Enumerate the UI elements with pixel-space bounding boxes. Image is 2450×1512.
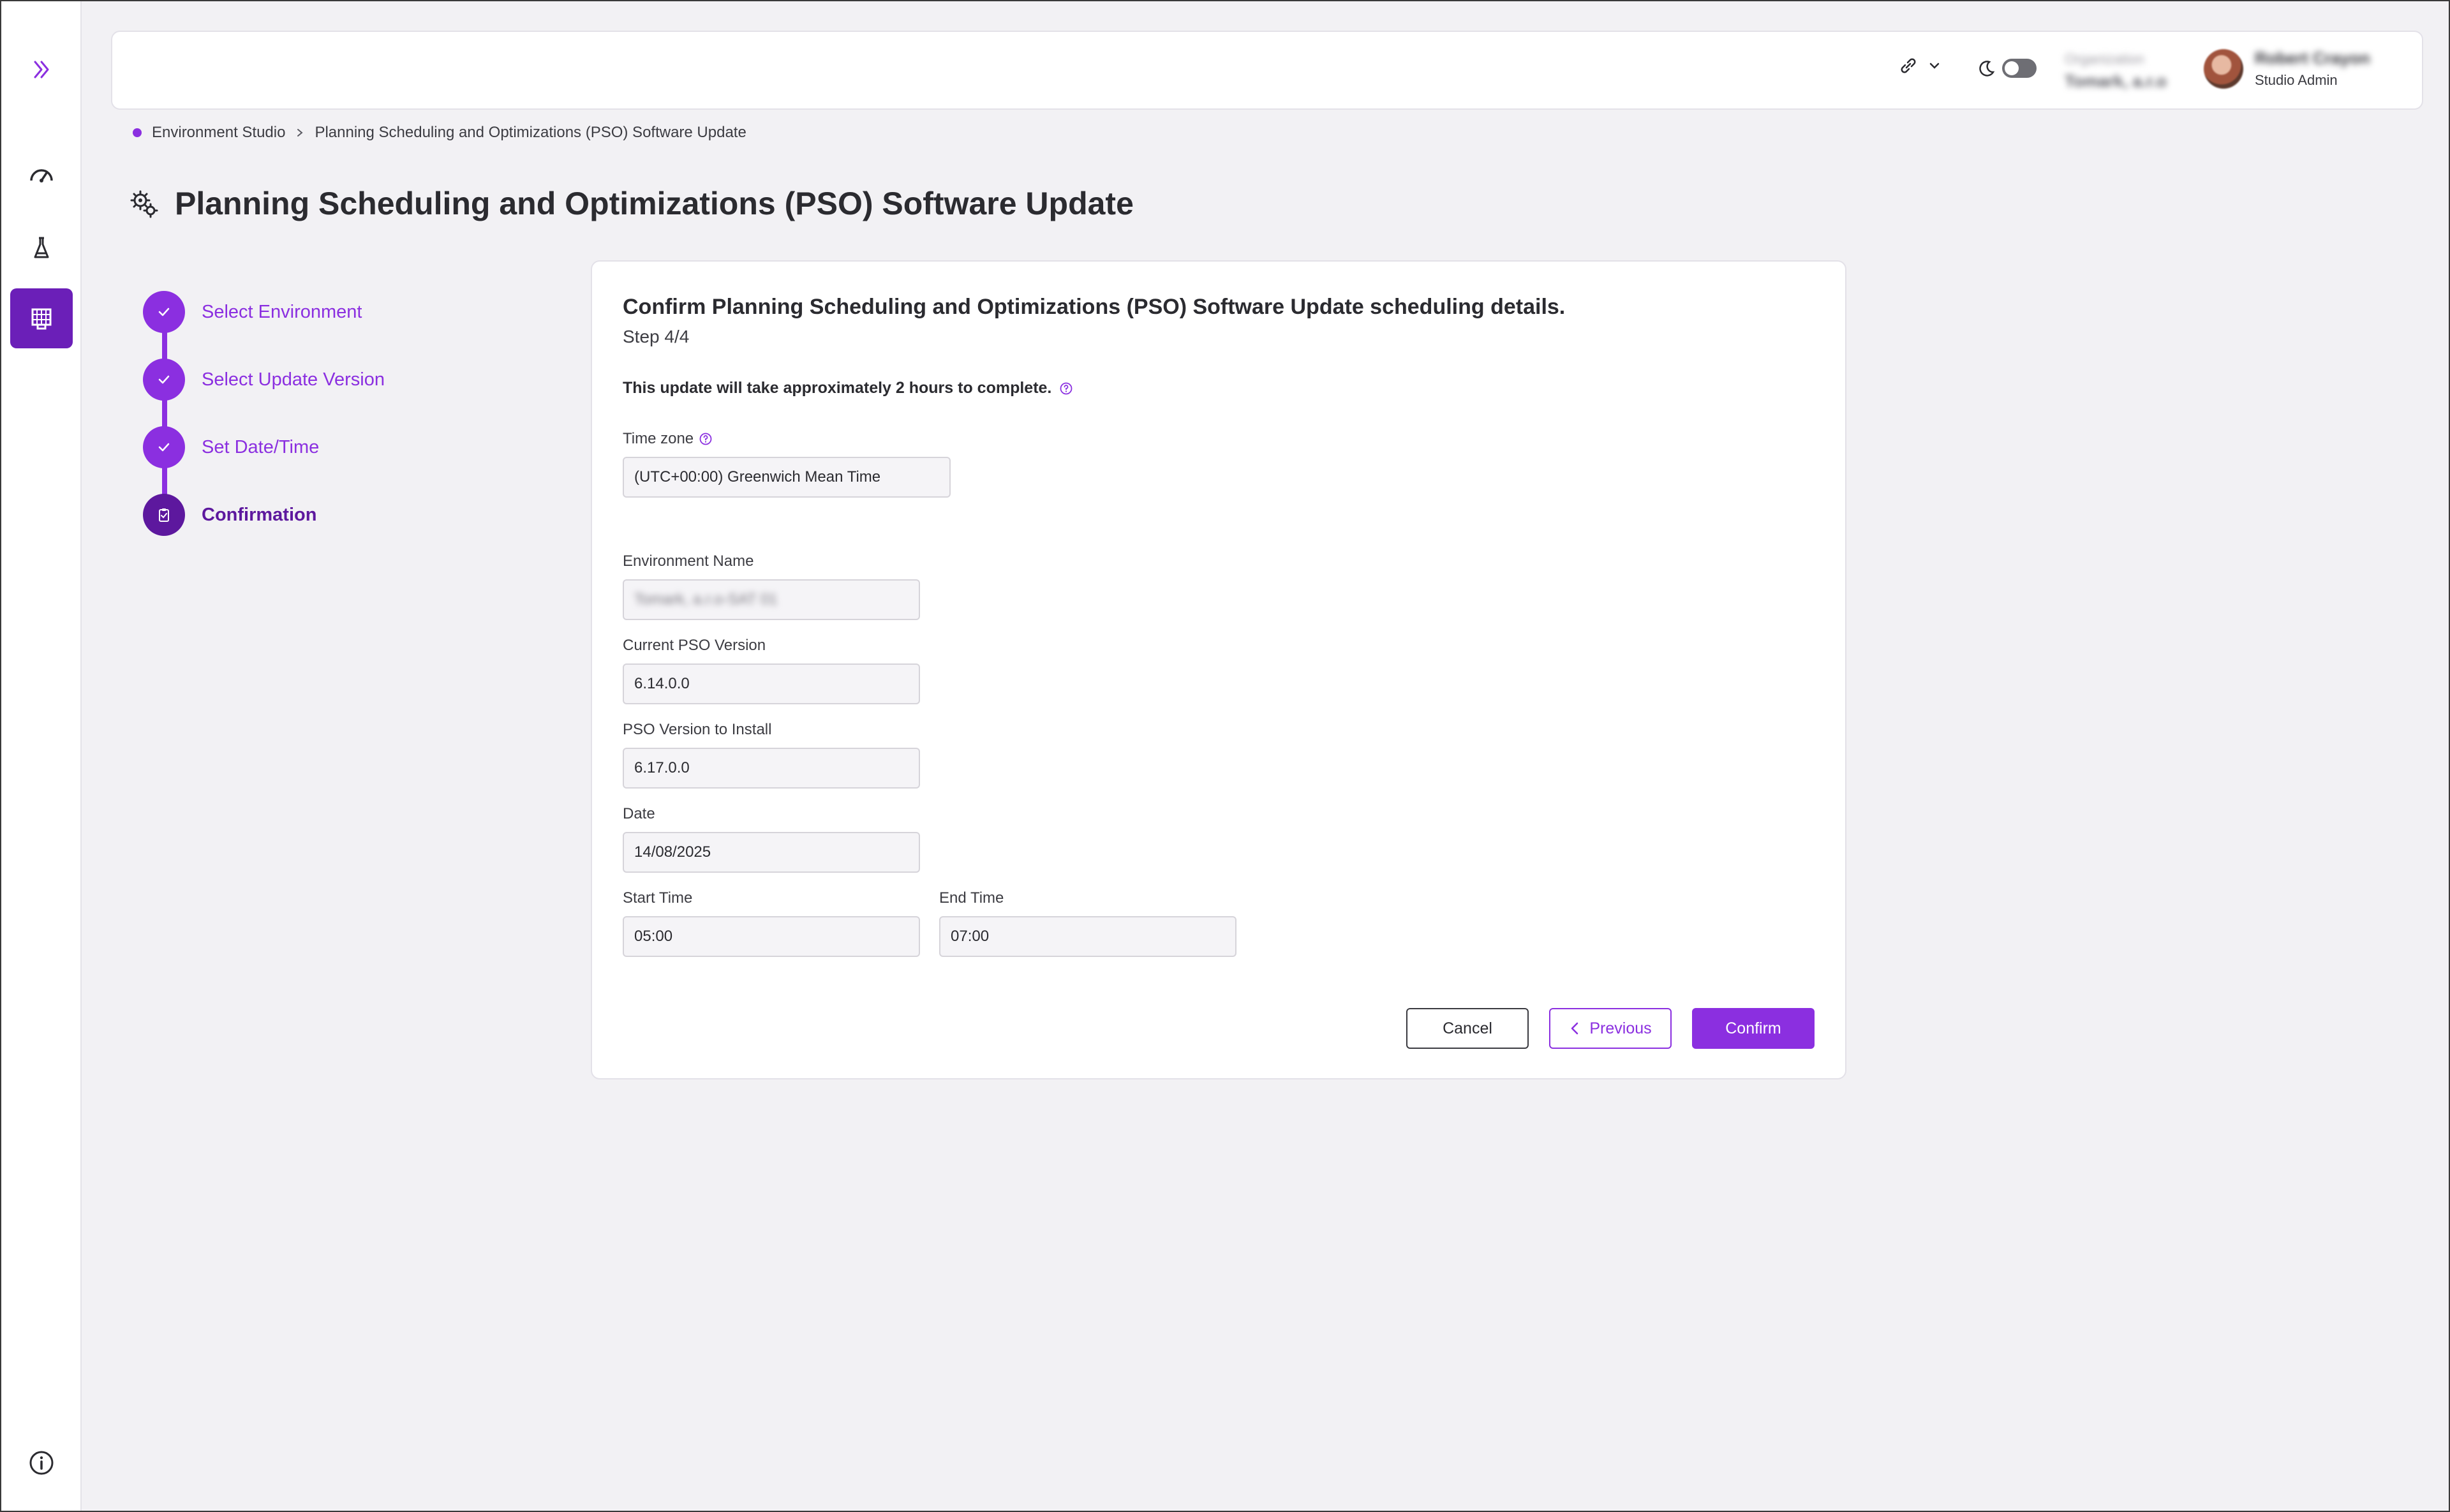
timezone-field: (UTC+00:00) Greenwich Mean Time xyxy=(623,457,951,498)
step-complete-circle xyxy=(143,359,185,401)
user-role: Studio Admin xyxy=(2255,72,2338,88)
check-icon xyxy=(158,308,170,316)
current-version-label: Current PSO Version xyxy=(623,637,766,654)
environment-name-field: Tomark, a.r.o-SAT 01 xyxy=(623,579,920,620)
check-icon xyxy=(158,443,170,452)
step-complete-circle xyxy=(143,426,185,468)
page-header: Planning Scheduling and Optimizations (P… xyxy=(128,185,1134,222)
breadcrumb-item-environment-studio[interactable]: Environment Studio xyxy=(152,124,285,142)
environment-name-value: Tomark, a.r.o-SAT 01 xyxy=(634,591,778,608)
organization-selector[interactable]: Organization Tomark, a.r.o xyxy=(2065,51,2167,91)
previous-button[interactable]: Previous xyxy=(1549,1008,1672,1049)
step-indicator: Step 4/4 xyxy=(623,327,690,346)
step-label: Select Update Version xyxy=(202,369,385,390)
breadcrumb-dot-icon xyxy=(133,128,142,137)
nav-dashboard-button[interactable] xyxy=(10,145,73,205)
current-version-field: 6.14.0.0 xyxy=(623,663,920,704)
double-chevron-right-icon xyxy=(34,61,49,78)
chevron-left-icon xyxy=(1571,1022,1578,1035)
end-time-field: 07:00 xyxy=(939,916,1236,957)
step-label: Confirmation xyxy=(202,504,317,525)
start-time-label: Start Time xyxy=(623,889,693,907)
cancel-button-label: Cancel xyxy=(1443,1019,1492,1037)
gears-icon xyxy=(130,190,158,218)
links-dropdown[interactable] xyxy=(1899,56,1941,75)
top-header: Organization Tomark, a.r.o Robert Crayon… xyxy=(111,31,2423,110)
page-title: Planning Scheduling and Optimizations (P… xyxy=(175,186,1134,221)
install-version-field: 6.17.0.0 xyxy=(623,748,920,789)
nav-deployments-button[interactable] xyxy=(10,218,73,278)
clipboard-check-icon xyxy=(159,508,169,522)
avatar xyxy=(2204,48,2243,89)
timezone-label-text: Time zone xyxy=(623,430,694,447)
step-select-environment[interactable]: Select Environment xyxy=(143,291,362,333)
end-time-label: End Time xyxy=(939,889,1004,907)
confirm-button-label: Confirm xyxy=(1725,1019,1781,1037)
start-time-field: 05:00 xyxy=(623,916,920,957)
moon-icon xyxy=(1979,61,1995,77)
stepper-line xyxy=(162,310,167,514)
step-label: Set Date/Time xyxy=(202,436,320,457)
link-icon xyxy=(1901,58,1916,73)
grid-building-icon xyxy=(31,308,52,330)
organization-label: Organization xyxy=(2065,51,2144,67)
breadcrumb: Environment Studio Planning Scheduling a… xyxy=(133,124,746,142)
step-confirmation: Confirmation xyxy=(143,494,316,536)
user-name: Robert Crayon xyxy=(2255,48,2370,68)
theme-toggle[interactable] xyxy=(1978,59,2037,78)
card-title: Confirm Planning Scheduling and Optimiza… xyxy=(623,295,1566,319)
step-select-update-version[interactable]: Select Update Version xyxy=(143,359,385,401)
duration-text: This update will take approximately 2 ho… xyxy=(623,379,1052,397)
nav-environment-studio-button[interactable] xyxy=(10,288,73,348)
step-set-date-time[interactable]: Set Date/Time xyxy=(143,426,319,468)
previous-button-label: Previous xyxy=(1589,1019,1652,1037)
confirm-button[interactable]: Confirm xyxy=(1692,1008,1815,1049)
info-button[interactable] xyxy=(10,1433,73,1493)
timezone-label: Time zone xyxy=(623,430,713,448)
date-field: 14/08/2025 xyxy=(623,832,920,873)
install-version-label: PSO Version to Install xyxy=(623,721,772,738)
expand-rail-button[interactable] xyxy=(10,40,73,100)
step-label: Select Environment xyxy=(202,301,362,322)
confirmation-card: Confirm Planning Scheduling and Optimiza… xyxy=(591,260,1846,1079)
check-icon xyxy=(158,375,170,384)
environment-name-label: Environment Name xyxy=(623,552,754,570)
duration-note: This update will take approximately 2 ho… xyxy=(623,379,1073,397)
breadcrumb-item-current: Planning Scheduling and Optimizations (P… xyxy=(315,124,746,141)
side-rail xyxy=(1,1,82,1511)
chevron-down-icon xyxy=(1929,63,1940,69)
chevron-right-icon xyxy=(297,129,304,137)
theme-switch[interactable] xyxy=(2002,59,2037,78)
speedometer-icon xyxy=(30,169,53,182)
help-icon[interactable] xyxy=(1059,382,1073,396)
organization-value: Tomark, a.r.o xyxy=(2065,71,2167,91)
help-icon[interactable] xyxy=(699,432,713,446)
flask-icon xyxy=(34,237,49,258)
user-menu[interactable]: Robert Crayon Studio Admin xyxy=(2204,48,2370,89)
date-label: Date xyxy=(623,805,655,822)
cancel-button[interactable]: Cancel xyxy=(1406,1008,1529,1049)
step-current-circle xyxy=(143,494,185,536)
info-icon xyxy=(29,1451,54,1475)
step-complete-circle xyxy=(143,291,185,333)
